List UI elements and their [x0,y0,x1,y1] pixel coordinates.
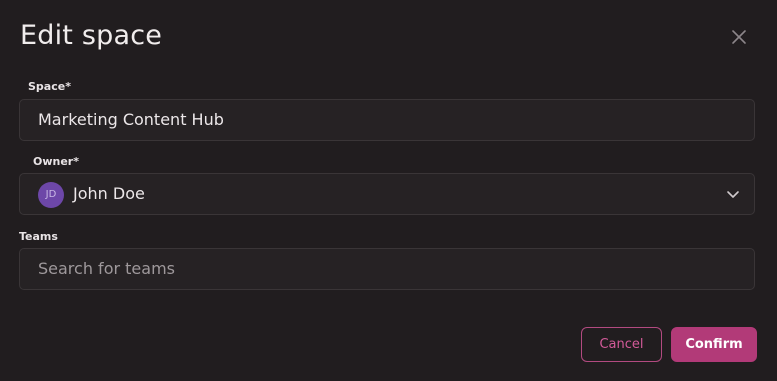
chevron-down-icon [727,191,739,198]
teams-label: Teams [19,230,58,243]
owner-label: Owner* [33,155,79,168]
space-label: Space* [28,80,71,93]
confirm-button[interactable]: Confirm [671,327,757,362]
dialog-title: Edit space [20,20,163,51]
close-icon [732,30,746,44]
teams-search-input[interactable]: Search for teams [19,248,755,290]
teams-search-placeholder: Search for teams [38,259,175,278]
space-input[interactable]: Marketing Content Hub [19,99,755,141]
avatar: JD [38,182,64,208]
space-input-value: Marketing Content Hub [38,110,224,129]
owner-select[interactable]: JD John Doe [19,173,755,215]
owner-name: John Doe [73,184,145,203]
close-button[interactable] [726,24,752,50]
edit-space-dialog: Edit space Space* Marketing Content Hub … [0,0,777,381]
cancel-button[interactable]: Cancel [581,327,662,362]
